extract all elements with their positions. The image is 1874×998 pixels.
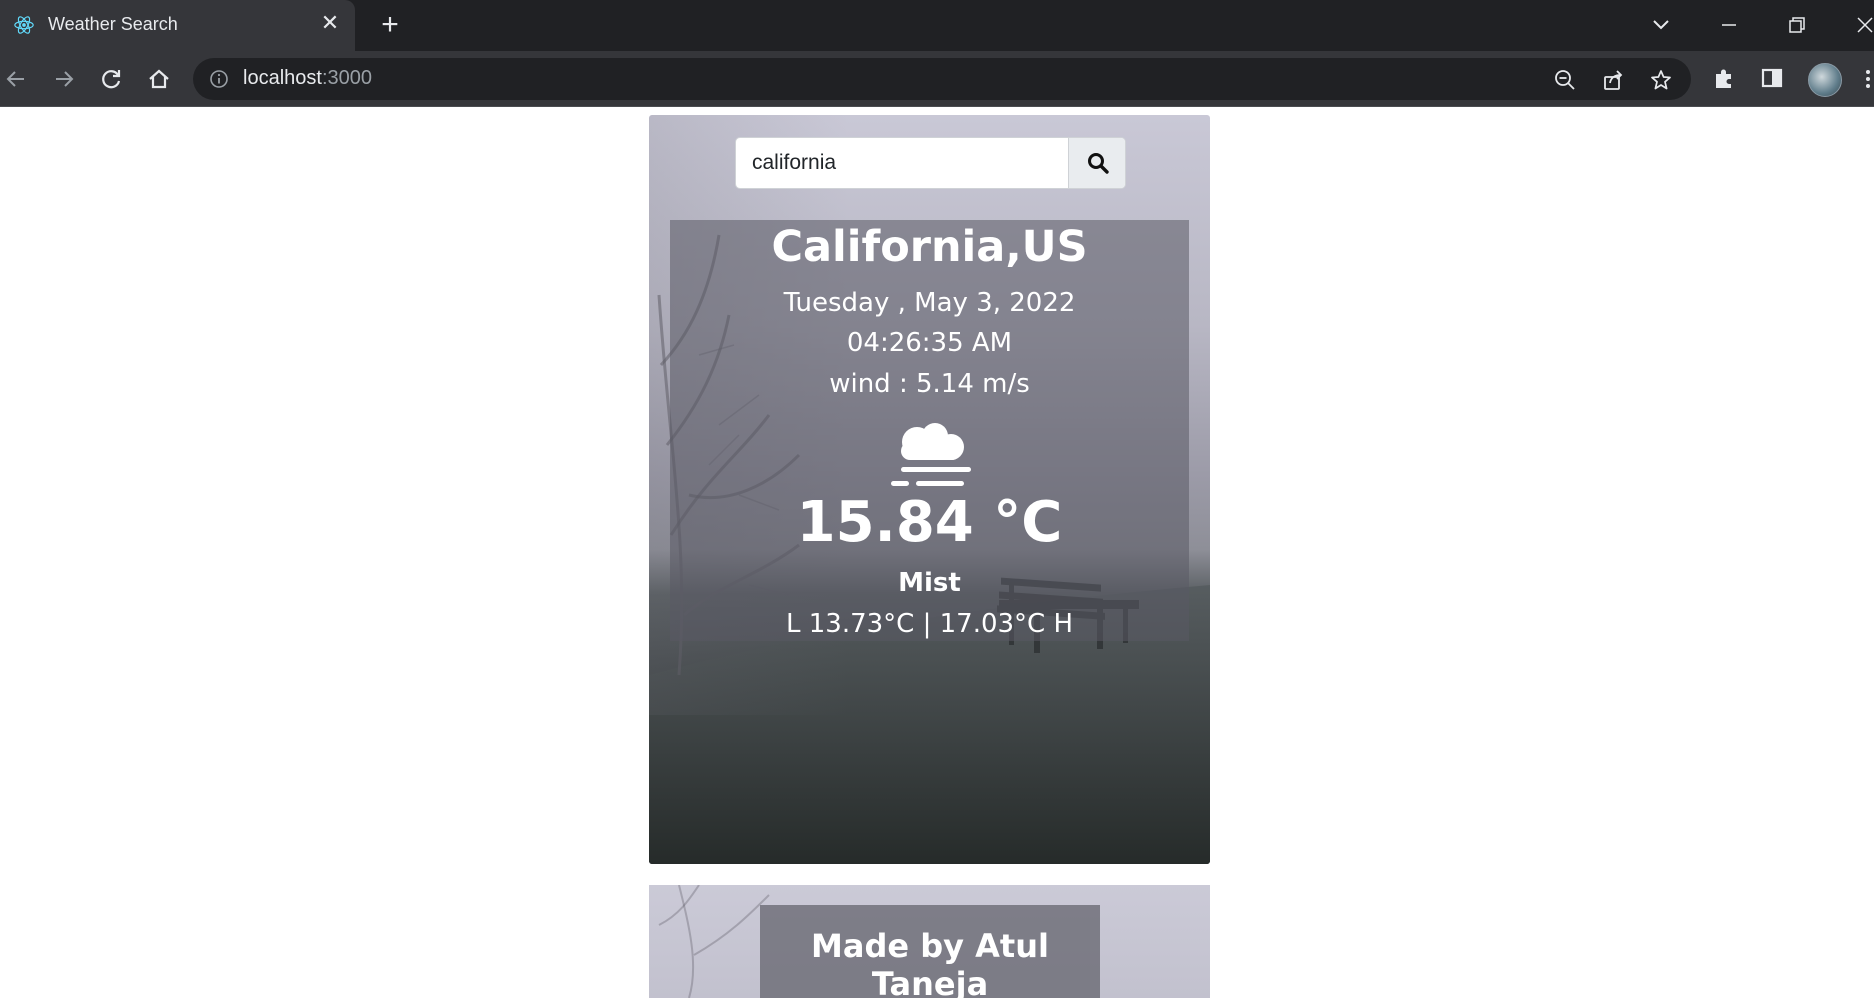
share-icon[interactable]	[1601, 68, 1625, 92]
tab-title: Weather Search	[48, 14, 178, 34]
city-name: California,US	[771, 222, 1088, 272]
time-text: 04:26:35 AM	[846, 328, 1013, 358]
restore-icon[interactable]	[1782, 10, 1812, 40]
mist-icon	[891, 423, 971, 486]
author-credit: Made by Atul Taneja	[811, 927, 1049, 998]
back-arrow-icon[interactable]	[2, 65, 30, 93]
new-tab-button[interactable]: +	[373, 8, 407, 42]
wind-speed: wind : 5.14 m/s	[829, 369, 1030, 399]
zoom-out-icon[interactable]	[1553, 68, 1577, 92]
footer-card: Made by Atul Taneja	[649, 885, 1210, 998]
footer-panel: Made by Atul Taneja	[760, 905, 1100, 998]
browser-tabstrip: Weather Search ✕ +	[0, 0, 1874, 51]
url-text: localhost:3000	[243, 67, 372, 90]
reload-icon[interactable]	[97, 65, 125, 93]
url-port: :3000	[321, 67, 372, 89]
weather-condition: Mist	[898, 568, 961, 598]
home-icon[interactable]	[145, 65, 173, 93]
bookmark-star-icon[interactable]	[1649, 68, 1673, 92]
close-window-icon[interactable]	[1850, 10, 1874, 40]
tab-search-chevron-icon[interactable]	[1646, 10, 1676, 40]
tab-close-icon[interactable]: ✕	[318, 12, 342, 36]
react-logo-icon	[14, 16, 34, 34]
profile-avatar[interactable]	[1808, 63, 1842, 97]
browser-menu-icon[interactable]	[1862, 65, 1874, 93]
weather-info-panel: California,US Tuesday , May 3, 2022 04:2…	[670, 220, 1189, 641]
forward-arrow-icon[interactable]	[50, 65, 78, 93]
extensions-puzzle-icon[interactable]	[1710, 64, 1738, 92]
search-bar	[735, 137, 1126, 189]
date-text: Tuesday , May 3, 2022	[783, 288, 1076, 318]
address-bar[interactable]: localhost:3000	[193, 58, 1691, 100]
city-search-input[interactable]	[736, 138, 1066, 188]
browser-toolbar: localhost:3000	[0, 51, 1874, 107]
url-host: localhost	[243, 67, 322, 89]
side-panel-icon[interactable]	[1758, 64, 1786, 92]
temperature-range: L 13.73°C | 17.03°C H	[785, 609, 1074, 639]
search-button[interactable]	[1068, 138, 1125, 188]
browser-tab[interactable]: Weather Search ✕	[0, 0, 355, 51]
site-info-icon[interactable]	[209, 69, 229, 89]
temperature: 15.84 °C	[796, 490, 1063, 555]
search-icon	[1087, 153, 1109, 174]
weather-card: California,US Tuesday , May 3, 2022 04:2…	[649, 115, 1210, 864]
minimize-icon[interactable]	[1714, 10, 1744, 40]
